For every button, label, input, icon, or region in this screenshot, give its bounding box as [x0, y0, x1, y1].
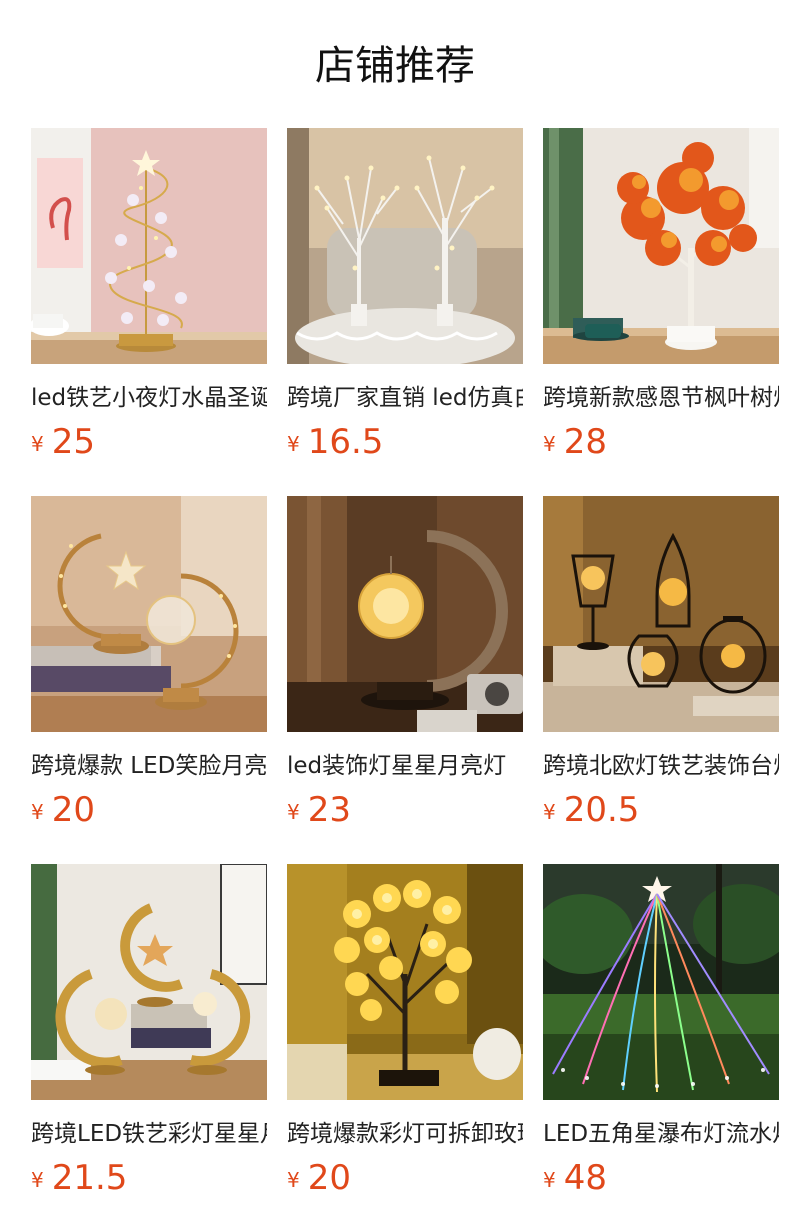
- price-value: 16.5: [307, 422, 384, 462]
- product-card[interactable]: LED五角星瀑布灯流水灯 ¥48: [543, 864, 779, 1232]
- product-price: ¥25: [31, 422, 267, 462]
- price-value: 20: [307, 1158, 351, 1198]
- product-name[interactable]: 跨境爆款 LED笑脸月亮灯: [31, 752, 267, 780]
- product-name[interactable]: 跨境爆款彩灯可拆卸玫瑰树: [287, 1120, 523, 1148]
- product-image[interactable]: [287, 864, 523, 1100]
- product-card[interactable]: 跨境新款感恩节枫叶树灯 ¥28: [543, 128, 779, 496]
- product-image[interactable]: [543, 864, 779, 1100]
- product-card[interactable]: 跨境厂家直销 led仿真白桦树灯 ¥16.5: [287, 128, 523, 496]
- product-name[interactable]: 跨境厂家直销 led仿真白桦树灯: [287, 384, 523, 412]
- product-image[interactable]: [31, 128, 267, 364]
- product-price: ¥28: [543, 422, 779, 462]
- product-card[interactable]: led铁艺小夜灯水晶圣诞树 ¥25: [31, 128, 267, 496]
- price-value: 21.5: [51, 1158, 128, 1198]
- price-value: 28: [563, 422, 607, 462]
- currency-symbol: ¥: [543, 432, 556, 456]
- product-image[interactable]: [31, 864, 267, 1100]
- product-name[interactable]: LED五角星瀑布灯流水灯: [543, 1120, 779, 1148]
- moon-star-lamp-photo: [31, 496, 267, 732]
- birch-tree-lamp-photo: [287, 128, 523, 364]
- product-price: ¥20.5: [543, 790, 779, 830]
- golden-moon-lamps-photo: [31, 864, 267, 1100]
- price-value: 20.5: [563, 790, 640, 830]
- price-value: 23: [307, 790, 351, 830]
- product-name[interactable]: 跨境LED铁艺彩灯星星月亮: [31, 1120, 267, 1148]
- currency-symbol: ¥: [31, 1168, 44, 1192]
- currency-symbol: ¥: [287, 800, 300, 824]
- product-name[interactable]: 跨境新款感恩节枫叶树灯: [543, 384, 779, 412]
- star-waterfall-lights-photo: [543, 864, 779, 1100]
- product-price: ¥48: [543, 1158, 779, 1198]
- product-card[interactable]: 跨境北欧灯铁艺装饰台灯 ¥20.5: [543, 496, 779, 864]
- product-card[interactable]: 跨境爆款彩灯可拆卸玫瑰树 ¥20: [287, 864, 523, 1232]
- currency-symbol: ¥: [543, 800, 556, 824]
- currency-symbol: ¥: [287, 432, 300, 456]
- price-value: 20: [51, 790, 95, 830]
- currency-symbol: ¥: [543, 1168, 556, 1192]
- product-price: ¥21.5: [31, 1158, 267, 1198]
- product-grid: led铁艺小夜灯水晶圣诞树 ¥25: [31, 128, 779, 1232]
- currency-symbol: ¥: [287, 1168, 300, 1192]
- maple-leaf-tree-lamp-photo: [543, 128, 779, 364]
- rose-tree-lamp-photo: [287, 864, 523, 1100]
- product-card[interactable]: 跨境LED铁艺彩灯星星月亮 ¥21.5: [31, 864, 267, 1232]
- currency-symbol: ¥: [31, 800, 44, 824]
- product-image[interactable]: [31, 496, 267, 732]
- moon-globe-lamp-photo: [287, 496, 523, 732]
- product-name[interactable]: led铁艺小夜灯水晶圣诞树: [31, 384, 267, 412]
- section-title: 店铺推荐: [315, 43, 475, 89]
- price-value: 48: [563, 1158, 607, 1198]
- product-price: ¥20: [287, 1158, 523, 1198]
- product-name[interactable]: 跨境北欧灯铁艺装饰台灯: [543, 752, 779, 780]
- iron-cage-lamps-photo: [543, 496, 779, 732]
- product-name[interactable]: led装饰灯星星月亮灯: [287, 752, 523, 780]
- crystal-christmas-tree-lamp-photo: [31, 128, 267, 364]
- product-image[interactable]: [287, 496, 523, 732]
- price-value: 25: [51, 422, 95, 462]
- product-card[interactable]: led装饰灯星星月亮灯 ¥23: [287, 496, 523, 864]
- product-price: ¥20: [31, 790, 267, 830]
- product-price: ¥16.5: [287, 422, 523, 462]
- currency-symbol: ¥: [31, 432, 44, 456]
- product-image[interactable]: [287, 128, 523, 364]
- product-price: ¥23: [287, 790, 523, 830]
- product-image[interactable]: [543, 128, 779, 364]
- product-card[interactable]: 跨境爆款 LED笑脸月亮灯 ¥20: [31, 496, 267, 864]
- product-image[interactable]: [543, 496, 779, 732]
